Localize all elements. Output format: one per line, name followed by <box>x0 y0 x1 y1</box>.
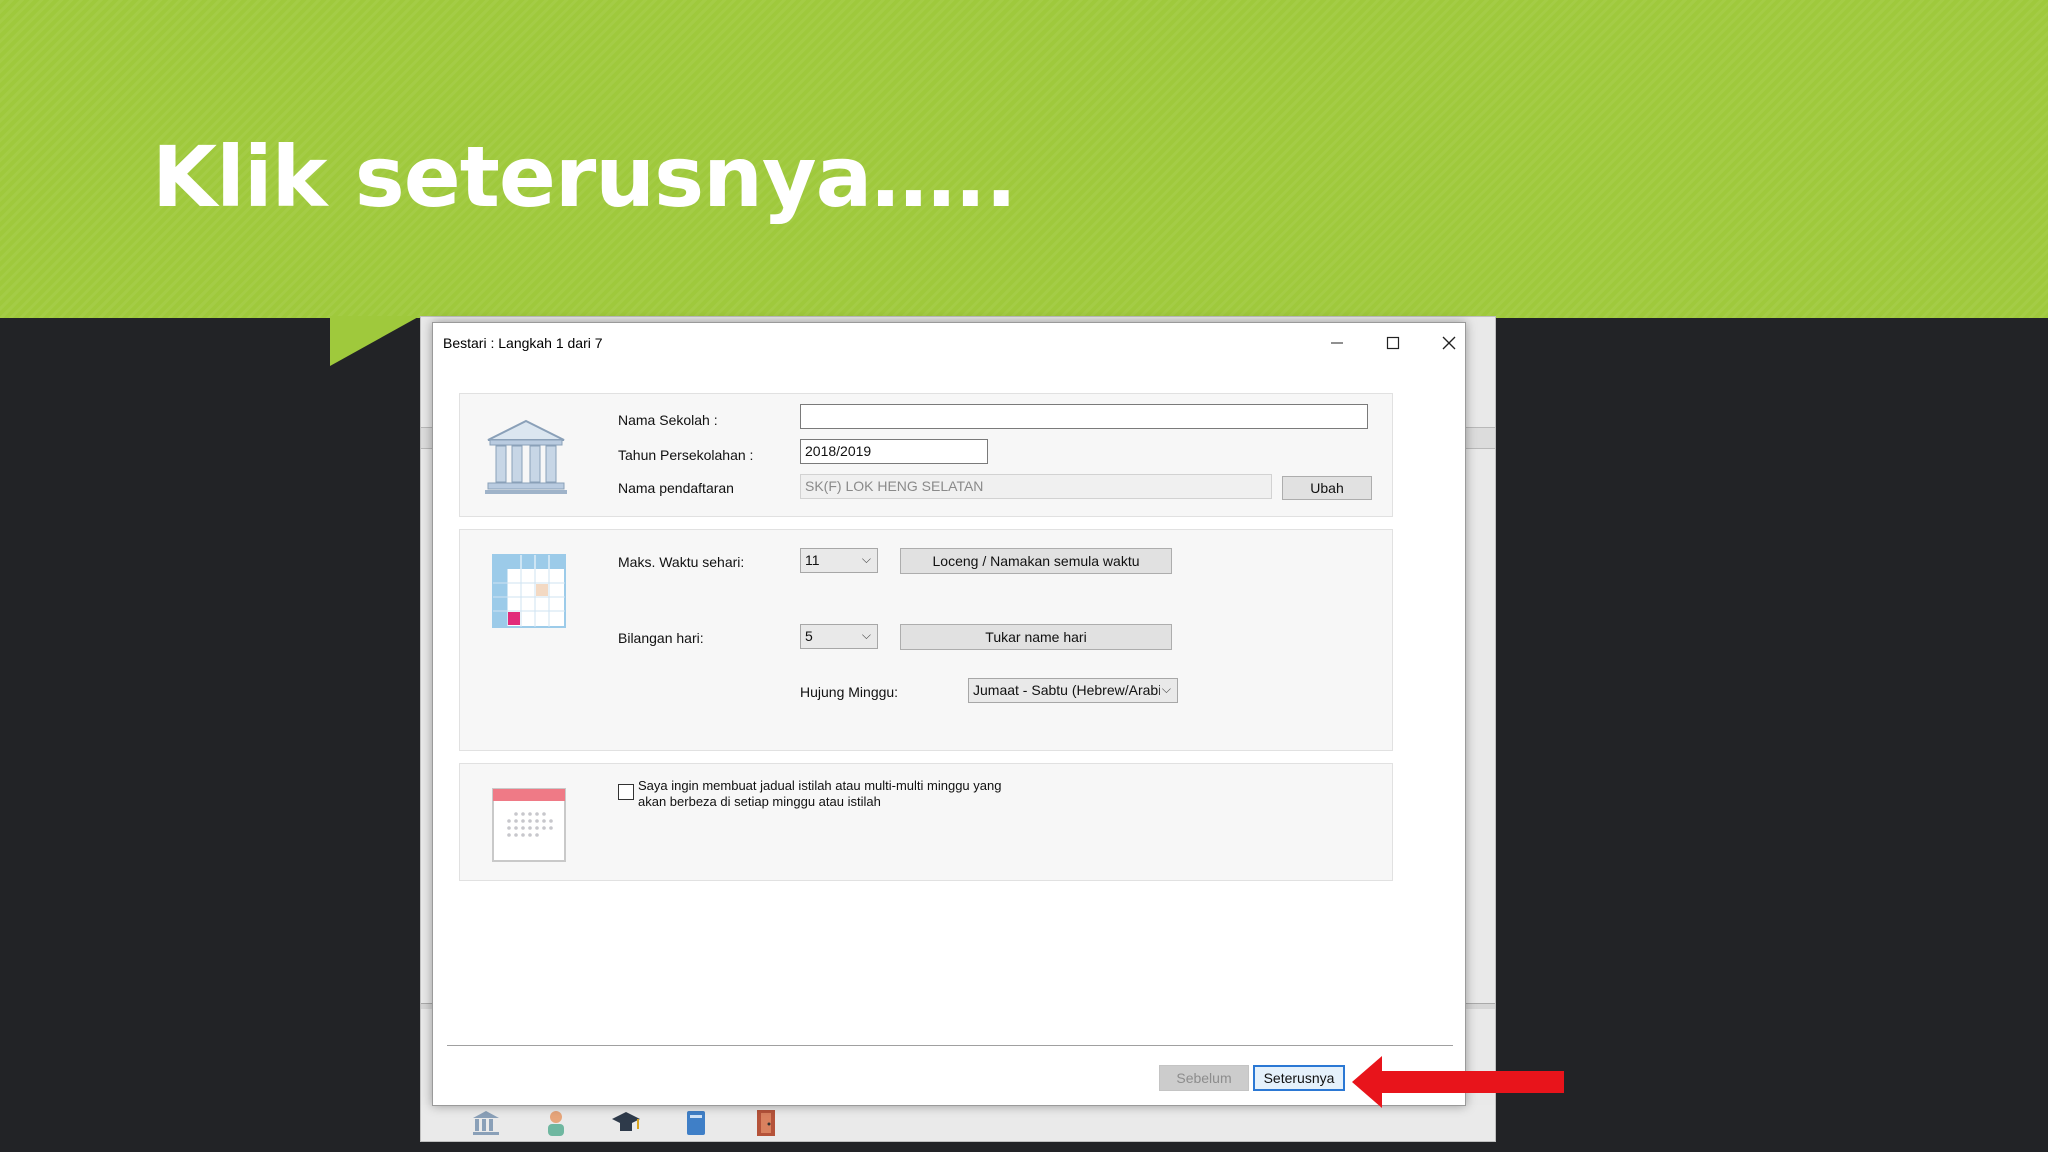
tahun-persekolahan-input[interactable]: 2018/2019 <box>800 439 988 464</box>
bilangan-hari-label: Bilangan hari: <box>618 630 704 646</box>
graduation-cap-icon[interactable] <box>611 1108 641 1138</box>
school-info-section: Nama Sekolah : Tahun Persekolahan : 2018… <box>459 393 1393 517</box>
nama-pendaftaran-label: Nama pendaftaran <box>618 480 734 496</box>
timetable-settings-section: Maks. Waktu sehari: 11 ⌵ Loceng / Namaka… <box>459 529 1393 751</box>
teacher-icon[interactable] <box>541 1108 571 1138</box>
bilangan-hari-value: 5 <box>805 628 813 644</box>
maks-waktu-label: Maks. Waktu sehari: <box>618 554 745 570</box>
hujung-minggu-value: Jumaat - Sabtu (Hebrew/Arabi <box>973 682 1162 698</box>
bilangan-hari-select[interactable]: 5 ⌵ <box>800 624 878 649</box>
chevron-down-icon: ⌵ <box>1159 682 1171 697</box>
nama-sekolah-input[interactable] <box>800 404 1368 429</box>
book-icon[interactable] <box>681 1108 711 1138</box>
hujung-minggu-label: Hujung Minggu: <box>800 684 899 700</box>
calendar-icon <box>492 788 566 867</box>
dialog-title: Bestari : Langkah 1 dari 7 <box>443 335 603 351</box>
timetable-grid-icon <box>492 554 566 633</box>
close-button[interactable] <box>1421 323 1477 363</box>
seterusnya-button[interactable]: Seterusnya <box>1253 1065 1345 1091</box>
multi-week-label-line1: Saya ingin membuat jadual istilah atau m… <box>638 778 1002 793</box>
close-icon <box>1442 336 1456 350</box>
ubah-button[interactable]: Ubah <box>1282 476 1372 500</box>
hujung-minggu-select[interactable]: Jumaat - Sabtu (Hebrew/Arabi ⌵ <box>968 678 1178 703</box>
nama-pendaftaran-input: SK(F) LOK HENG SELATAN <box>800 474 1272 499</box>
maks-waktu-select[interactable]: 11 ⌵ <box>800 548 878 573</box>
school-building-icon <box>484 418 568 501</box>
tukar-name-hari-button[interactable]: Tukar name hari <box>900 624 1172 650</box>
door-icon[interactable] <box>751 1108 781 1138</box>
maks-waktu-value: 11 <box>805 552 820 568</box>
chevron-down-icon: ⌵ <box>861 628 871 642</box>
sebelum-button[interactable]: Sebelum <box>1159 1065 1249 1091</box>
minimize-button[interactable] <box>1309 323 1365 363</box>
maximize-button[interactable] <box>1365 323 1421 363</box>
tahun-persekolahan-label: Tahun Persekolahan : <box>618 447 754 463</box>
multi-week-checkbox[interactable] <box>618 784 634 800</box>
multi-week-checkbox-label[interactable]: Saya ingin membuat jadual istilah atau m… <box>638 778 1048 810</box>
dialog-titlebar: Bestari : Langkah 1 dari 7 <box>433 323 1465 363</box>
nama-sekolah-label: Nama Sekolah : <box>618 412 718 428</box>
chevron-down-icon: ⌵ <box>861 552 871 566</box>
school-icon[interactable] <box>471 1108 501 1138</box>
slide-title: Klik seterusnya….. <box>152 128 1017 226</box>
minimize-icon <box>1331 342 1343 344</box>
loceng-button[interactable]: Loceng / Namakan semula waktu <box>900 548 1172 574</box>
red-arrow-indicator <box>1352 1054 1566 1115</box>
banner-notch <box>330 316 420 366</box>
multi-week-section: Saya ingin membuat jadual istilah atau m… <box>459 763 1393 881</box>
multi-week-label-line2: akan berbeza di setiap minggu atau istil… <box>638 794 881 809</box>
app-taskbar <box>421 1105 1495 1141</box>
maximize-icon <box>1386 336 1400 350</box>
wizard-dialog: Bestari : Langkah 1 dari 7 Nama Sekolah <box>432 322 1466 1106</box>
footer-separator <box>447 1045 1453 1046</box>
